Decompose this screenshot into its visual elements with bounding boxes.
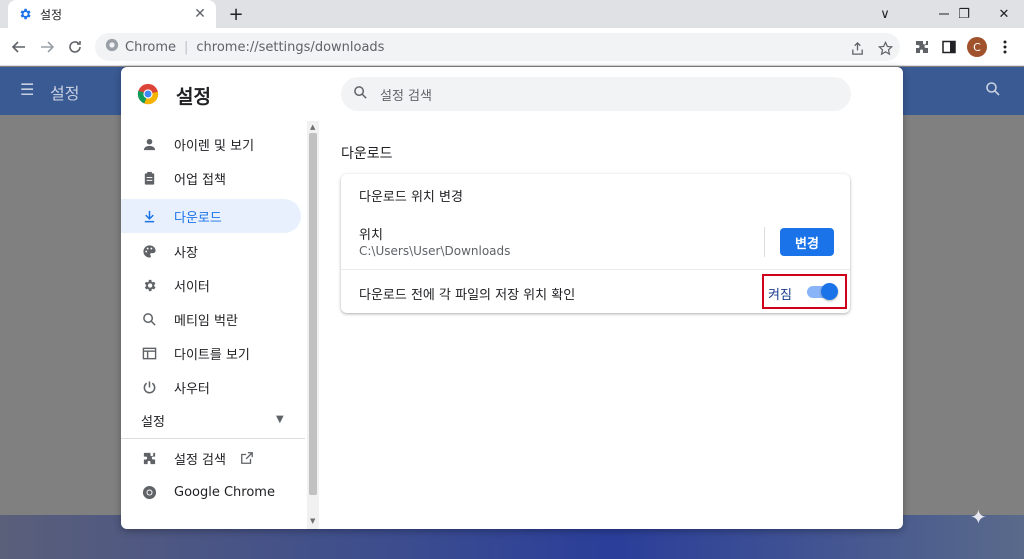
open-in-new-icon	[240, 451, 254, 465]
settings-search-input[interactable]: 설정 검색	[341, 77, 851, 111]
card-header: 다운로드 위치 변경	[359, 190, 463, 205]
nav-label: 아이렌 및 보기	[174, 138, 255, 154]
settings-header-title: 설정	[50, 84, 80, 103]
change-location-button[interactable]: 변경	[780, 228, 834, 256]
more-vert-icon	[1003, 40, 1007, 54]
search-icon	[353, 85, 368, 104]
window-icon	[141, 345, 157, 361]
reload-button[interactable]	[63, 35, 87, 59]
search-icon[interactable]	[985, 81, 1001, 101]
settings-dialog: 설정 설정 검색 아이렌 및 보기 어업 접책 다운로드 사장 서이터 메티임 …	[121, 67, 903, 529]
hamburger-icon[interactable]: ☰	[20, 80, 34, 99]
nav-item-about[interactable]: Google Chrome	[121, 475, 301, 509]
url-text[interactable]: chrome://settings/downloads	[196, 40, 384, 55]
nav-label: 사우터	[174, 381, 210, 397]
nav-item-7[interactable]: 다이트를 보기	[121, 336, 301, 370]
chrome-logo-icon	[137, 83, 159, 105]
downloads-card: 다운로드 위치 변경 위치 C:\Users\User\Downloads 변경…	[341, 174, 850, 313]
extensions-button[interactable]	[910, 35, 934, 59]
nav-item-extensions[interactable]: 설정 검색	[121, 441, 301, 475]
nav-item-5[interactable]: 서이터	[121, 268, 301, 302]
nav-label: Google Chrome	[174, 484, 275, 500]
nav-label: 어업 접책	[174, 172, 226, 188]
caret-down-icon: ▼	[276, 414, 284, 425]
arrow-right-icon	[41, 41, 55, 53]
nav-label: 다이트를 보기	[174, 347, 250, 363]
nav-section-label: 설정	[141, 414, 165, 430]
forward-button[interactable]	[35, 35, 59, 59]
arrow-left-icon	[11, 41, 25, 53]
row-divider	[341, 269, 850, 270]
person-icon	[141, 136, 157, 152]
toolbar: Chrome | chrome://settings/downloads C	[0, 28, 1024, 66]
side-panel-icon	[942, 40, 956, 54]
nav-item-6[interactable]: 메티임 벅란	[121, 302, 301, 336]
highlight-box	[762, 274, 847, 309]
nav-label: 서이터	[174, 279, 210, 295]
new-tab-button[interactable]: +	[226, 4, 246, 25]
tab-settings[interactable]: 설정 ✕	[8, 0, 216, 28]
site-name: Chrome	[125, 39, 176, 55]
tab-strip: 설정 ✕ + ∨ ❐ ✕	[0, 0, 1024, 28]
close-window-button[interactable]: ✕	[984, 0, 1024, 28]
share-icon[interactable]	[847, 38, 867, 58]
scrollbar-thumb[interactable]	[309, 133, 317, 495]
power-icon	[141, 379, 157, 395]
clipboard-icon	[141, 170, 157, 186]
dialog-title: 설정	[176, 86, 211, 108]
nav-section-advanced[interactable]: 설정 ▼	[121, 405, 301, 435]
chrome-icon	[105, 38, 119, 56]
tab-close-icon[interactable]: ✕	[190, 4, 210, 24]
scroll-down-icon[interactable]: ▼	[310, 517, 315, 525]
gear-icon	[141, 277, 157, 293]
nav-label: 설정 검색	[174, 452, 226, 468]
nav-item-8[interactable]: 사우터	[121, 370, 301, 404]
address-bar[interactable]: Chrome | chrome://settings/downloads	[95, 33, 900, 61]
nav-item-4[interactable]: 사장	[121, 234, 301, 268]
star-icon[interactable]	[875, 38, 895, 58]
section-title: 다운로드	[341, 146, 393, 162]
avatar[interactable]: C	[967, 37, 987, 57]
chrome-icon	[141, 484, 157, 500]
ask-where-label: 다운로드 전에 각 파일의 저장 위치 확인	[359, 288, 576, 303]
nav-label: 사장	[174, 245, 198, 261]
nav-item-downloads[interactable]: 다운로드	[121, 199, 301, 233]
puzzle-icon	[141, 450, 157, 466]
location-label: 위치	[359, 228, 383, 243]
nav-divider	[121, 438, 305, 439]
sparkle-icon: ✦	[970, 505, 987, 529]
gear-icon	[18, 7, 32, 21]
reload-icon	[69, 41, 81, 53]
location-path: C:\Users\User\Downloads	[359, 244, 511, 258]
nav-scrollbar[interactable]: ▲ ▼	[307, 121, 319, 529]
restore-button[interactable]: ❐	[944, 0, 984, 28]
tab-title: 설정	[40, 7, 63, 22]
nav-item-1[interactable]: 아이렌 및 보기	[121, 127, 301, 161]
search-icon	[141, 311, 157, 327]
url-separator: |	[184, 39, 189, 55]
tab-search-icon[interactable]: ∨	[865, 0, 905, 28]
scroll-up-icon[interactable]: ▲	[310, 123, 315, 131]
nav-label: 메티임 벅란	[174, 313, 238, 329]
vertical-divider	[764, 227, 765, 257]
settings-nav: 아이렌 및 보기 어업 접책 다운로드 사장 서이터 메티임 벅란 다이트를 보…	[121, 121, 319, 529]
menu-button[interactable]	[993, 35, 1017, 59]
puzzle-icon	[916, 41, 928, 53]
nav-label: 다운로드	[174, 210, 222, 226]
side-panel-button[interactable]	[937, 35, 961, 59]
back-button[interactable]	[7, 35, 31, 59]
nav-item-2[interactable]: 어업 접책	[121, 161, 301, 195]
download-icon	[141, 208, 157, 224]
palette-icon	[141, 243, 157, 259]
search-placeholder: 설정 검색	[380, 88, 432, 104]
